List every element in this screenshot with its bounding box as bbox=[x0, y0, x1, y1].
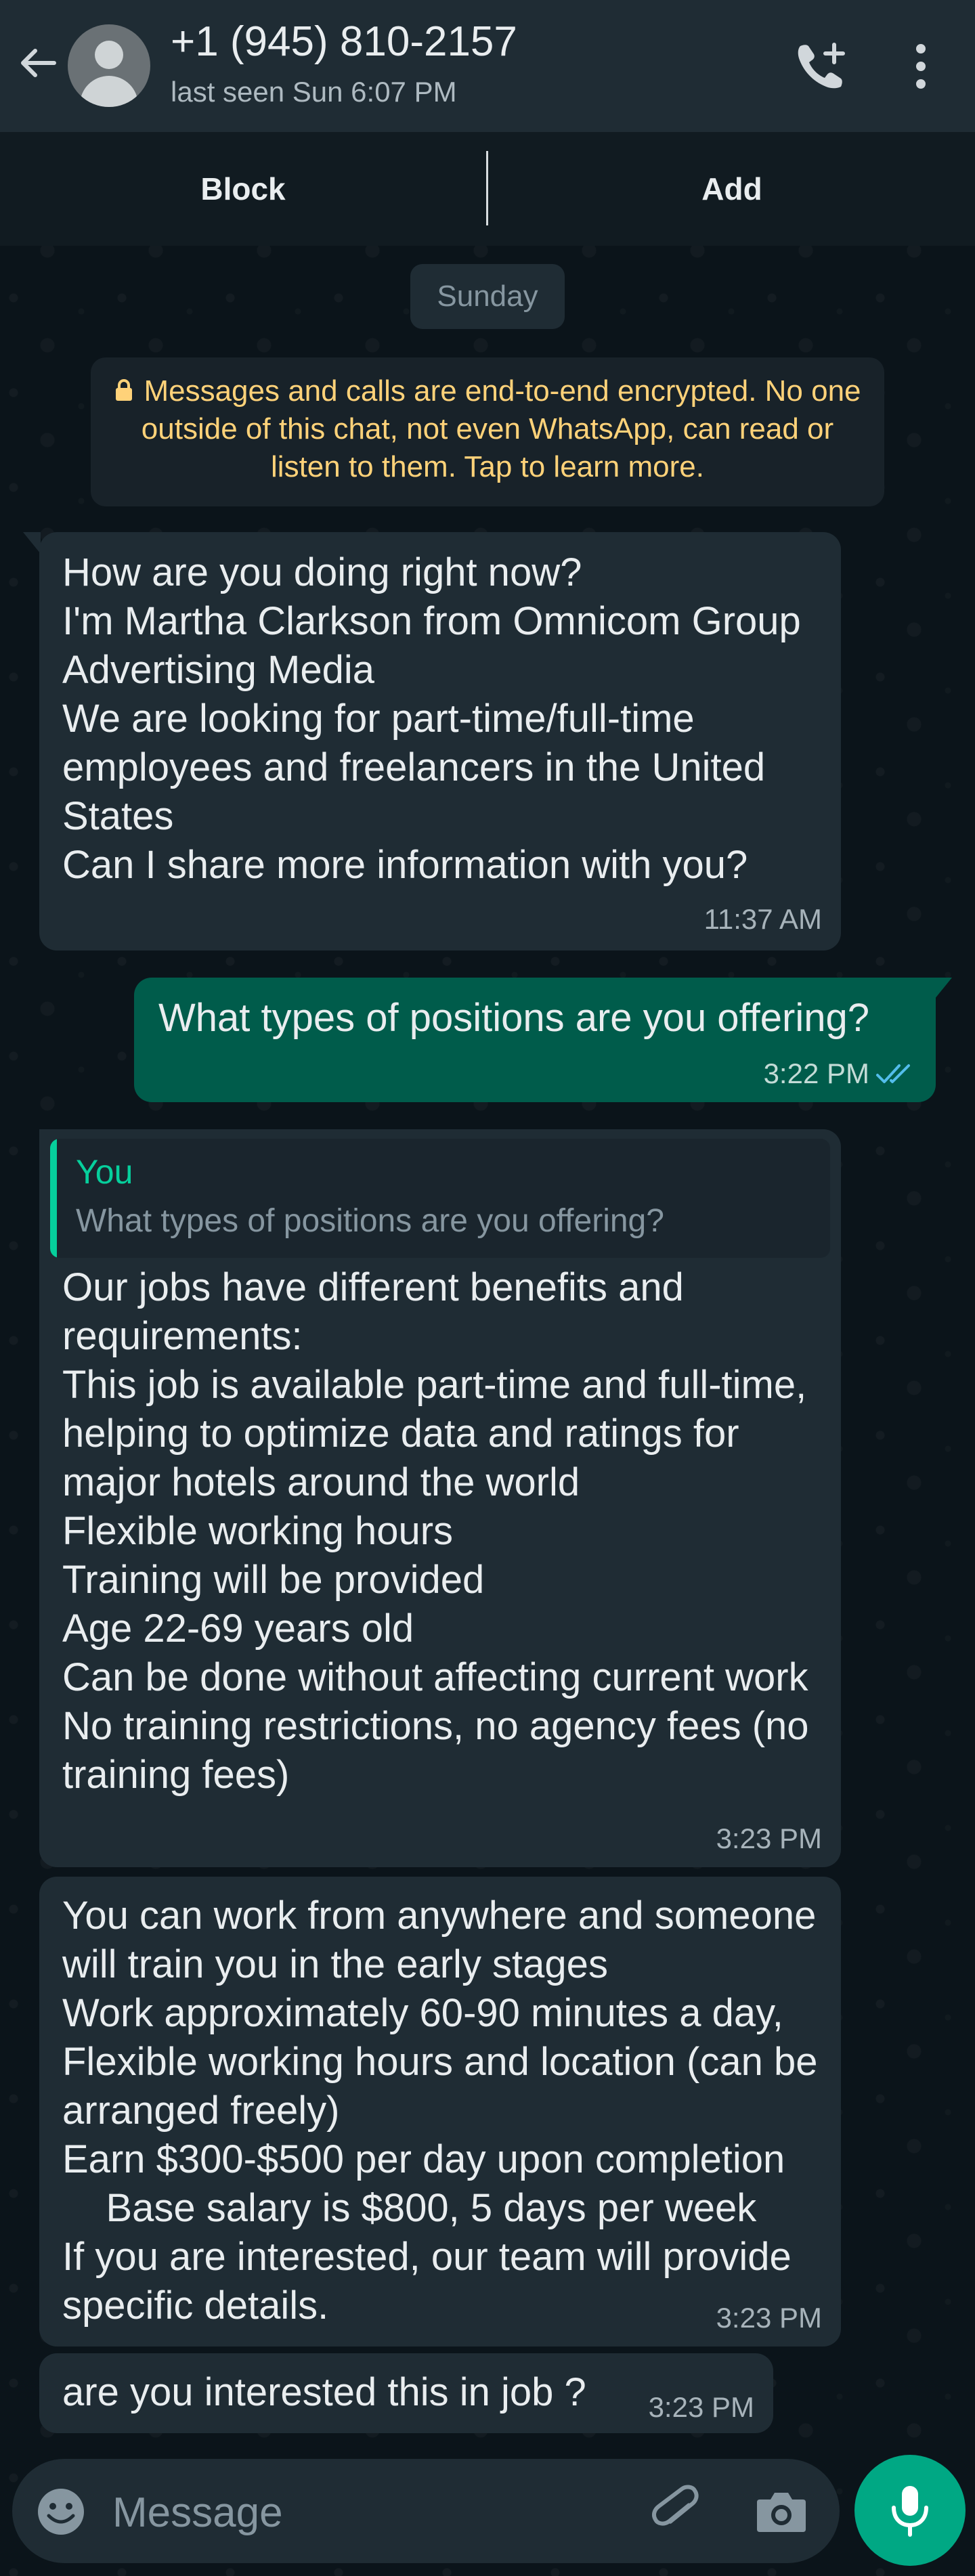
message-input[interactable] bbox=[111, 2485, 628, 2540]
lock-icon bbox=[116, 379, 133, 401]
message-text: You can work from anywhere and someone w… bbox=[62, 1894, 818, 2328]
emoji-icon[interactable] bbox=[35, 2486, 87, 2537]
message-time: 3:22 PM bbox=[763, 1057, 869, 1089]
voice-message-button[interactable] bbox=[854, 2455, 966, 2566]
message-text: How are you doing right now? I'm Martha … bbox=[62, 550, 801, 887]
avatar-body bbox=[80, 76, 138, 107]
incoming-message[interactable]: You can work from anywhere and someone w… bbox=[39, 1877, 841, 2346]
quoted-reply[interactable]: You What types of positions are you offe… bbox=[50, 1139, 830, 1258]
avatar-head bbox=[95, 41, 123, 69]
add-contact-button[interactable]: Add bbox=[489, 132, 975, 246]
message-text: Our jobs have different benefits and req… bbox=[62, 1265, 809, 1797]
message-time: 11:37 AM bbox=[703, 903, 822, 935]
quote-bar bbox=[50, 1139, 57, 1258]
last-seen-status: last seen Sun 6:07 PM bbox=[171, 76, 457, 108]
camera-icon[interactable] bbox=[754, 2486, 808, 2537]
block-button[interactable]: Block bbox=[0, 132, 486, 246]
message-text: are you interested this in job ? bbox=[62, 2370, 586, 2414]
bubble-tail bbox=[934, 978, 952, 999]
message-time: 3:23 PM bbox=[716, 1822, 822, 1854]
add-call-icon[interactable] bbox=[794, 41, 848, 89]
avatar[interactable] bbox=[68, 24, 150, 107]
back-arrow-icon[interactable] bbox=[15, 41, 60, 85]
chat-header: +1 (945) 810-2157 last seen Sun 6:07 PM bbox=[0, 0, 975, 132]
quote-author: You bbox=[76, 1153, 133, 1191]
incoming-message[interactable]: You What types of positions are you offe… bbox=[39, 1129, 841, 1867]
message-composer bbox=[12, 2459, 840, 2563]
quote-text: What types of positions are you offering… bbox=[76, 1203, 664, 1239]
outgoing-message[interactable]: What types of positions are you offering… bbox=[134, 978, 936, 1102]
incoming-message[interactable]: are you interested this in job ? 3:23 PM bbox=[39, 2353, 773, 2433]
message-text: What types of positions are you offering… bbox=[158, 996, 869, 1040]
action-divider bbox=[486, 151, 488, 225]
mic-icon bbox=[892, 2486, 928, 2537]
date-separator: Sunday bbox=[410, 264, 565, 329]
incoming-message[interactable]: How are you doing right now? I'm Martha … bbox=[39, 532, 841, 951]
encryption-notice[interactable]: Messages and calls are end-to-end encryp… bbox=[91, 357, 884, 506]
encryption-notice-text: Messages and calls are end-to-end encryp… bbox=[141, 374, 861, 483]
contact-name[interactable]: +1 (945) 810-2157 bbox=[171, 18, 517, 66]
read-ticks-icon bbox=[876, 1064, 910, 1083]
attach-icon[interactable] bbox=[650, 2483, 704, 2540]
message-time: 3:23 PM bbox=[716, 2302, 822, 2334]
more-options-icon[interactable] bbox=[901, 39, 941, 93]
bubble-tail bbox=[23, 532, 41, 554]
unknown-contact-actions: Block Add bbox=[0, 132, 975, 246]
message-time: 3:23 PM bbox=[648, 2391, 754, 2423]
